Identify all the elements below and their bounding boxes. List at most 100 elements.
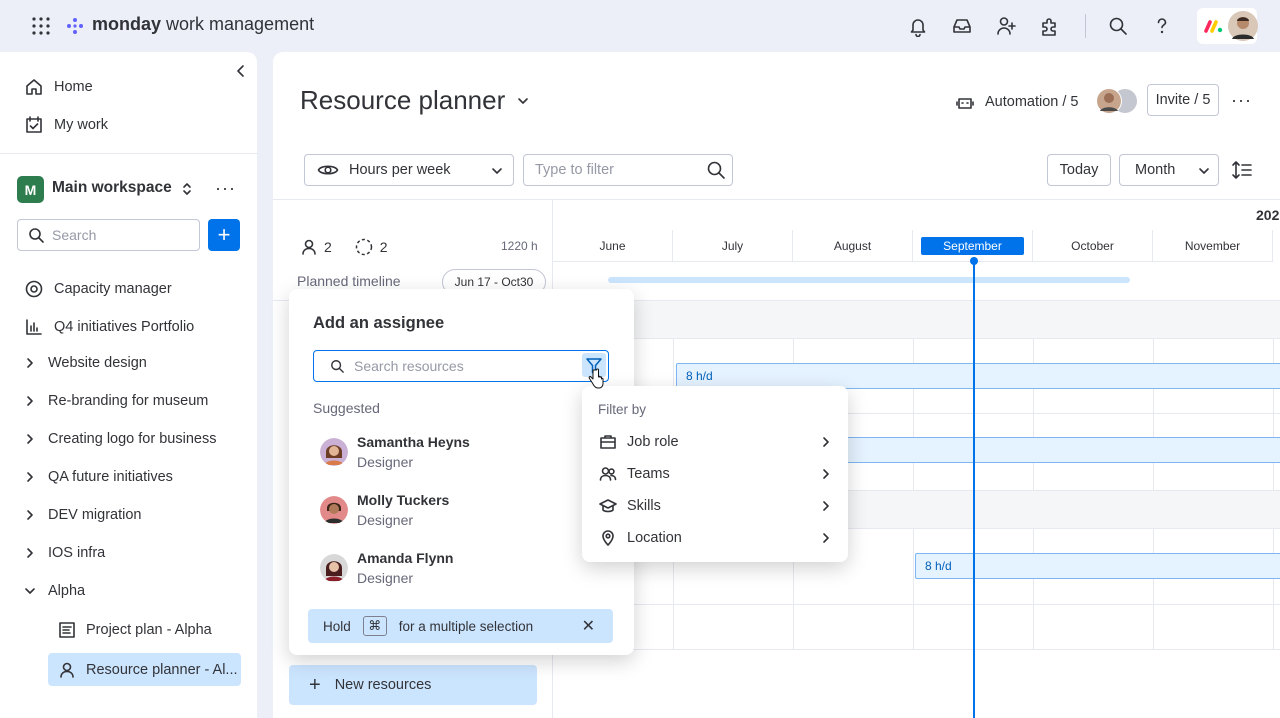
hours-per-week-dropdown[interactable]: Hours per week (304, 154, 514, 186)
group-row-bg (552, 300, 1280, 338)
capacity-icon (25, 280, 43, 298)
grid-hline (552, 604, 1280, 605)
type-to-filter-input[interactable]: Type to filter (523, 154, 733, 186)
sidebar-item-dev-migration[interactable]: DEV migration (24, 507, 141, 523)
chevron-down-icon (1199, 168, 1209, 174)
grid-vline (1273, 528, 1274, 650)
monday-color-logo-icon (1204, 20, 1223, 33)
hint-rest-text: for a multiple selection (398, 618, 534, 634)
new-resources-button[interactable]: + New resources (289, 665, 537, 705)
sidebar-item-ios-infra[interactable]: IOS infra (24, 545, 105, 561)
person-icon (60, 662, 74, 678)
people-count: 2 (324, 239, 332, 255)
automation-button[interactable]: Automation / 5 (955, 92, 1079, 112)
chevron-right-icon (27, 396, 33, 406)
filter-location[interactable]: Location (599, 524, 831, 552)
automation-label: Automation / 5 (985, 94, 1079, 110)
inbox-icon[interactable] (951, 15, 973, 37)
workspace-switch-icon[interactable] (181, 181, 193, 197)
bell-icon[interactable] (907, 15, 929, 37)
board-members-avatars[interactable] (1095, 87, 1139, 115)
sidebar-item-capacity-manager[interactable]: Capacity manager (24, 279, 172, 299)
suggested-person[interactable]: Samantha Heyns Designer (320, 434, 470, 470)
sidebar-item-label: Q4 initiatives Portfolio (54, 319, 195, 335)
close-icon[interactable]: ✕ (582, 616, 595, 636)
month-header-october: October (1033, 230, 1153, 262)
chevron-left-icon (237, 65, 244, 77)
planned-timeline-bar[interactable] (608, 277, 1130, 283)
row-height-icon[interactable] (1231, 160, 1253, 180)
sidebar-item-label: Resource planner - Al... (86, 662, 238, 678)
user-avatar[interactable] (1228, 11, 1258, 41)
search-resources-input[interactable]: Search resources (313, 350, 609, 382)
teams-icon (599, 467, 617, 481)
today-marker-dot (970, 257, 978, 265)
nav-my-work-label: My work (54, 117, 108, 133)
grid-vline (1273, 338, 1274, 490)
month-header-november: November (1153, 230, 1273, 262)
sidebar-search-input[interactable]: Search (17, 219, 200, 251)
pending-count: 2 (379, 239, 388, 255)
allocation-bar[interactable]: 8 h/d (915, 553, 1280, 579)
suggested-person[interactable]: Molly Tuckers Designer (320, 492, 449, 528)
nav-home[interactable]: Home (24, 77, 93, 97)
sidebar-search-placeholder: Search (52, 227, 97, 243)
suggested-person[interactable]: Amanda Flynn Designer (320, 550, 453, 586)
sidebar-item-project-plan-alpha[interactable]: Project plan - Alpha (58, 621, 212, 639)
today-marker-line (973, 262, 975, 718)
allocation-bar[interactable] (833, 437, 1280, 463)
filter-teams[interactable]: Teams (599, 460, 831, 488)
more-options-icon[interactable]: ··· (1231, 90, 1252, 111)
nav-home-label: Home (54, 79, 93, 95)
nav-my-work[interactable]: My work (24, 115, 108, 135)
sidebar-item-qa-future[interactable]: QA future initiatives (24, 469, 173, 485)
avatar (320, 496, 348, 524)
title-dropdown-icon[interactable] (516, 94, 530, 108)
sidebar-item-resource-planner-label-row: Resource planner - Al... (58, 661, 238, 679)
workspace-more-icon[interactable]: ··· (215, 178, 236, 199)
robot-icon (956, 98, 974, 109)
chevron-right-icon (823, 469, 829, 479)
integrations-icon[interactable] (1039, 15, 1061, 37)
grid-vline (1153, 338, 1154, 490)
chevron-down-icon (492, 168, 502, 174)
filter-skills[interactable]: Skills (599, 492, 831, 520)
grid-vline (1033, 338, 1034, 490)
chevron-right-icon (823, 501, 829, 511)
search-icon (29, 228, 44, 243)
workspace-name[interactable]: Main workspace (52, 179, 172, 197)
person-name: Amanda Flynn (357, 550, 454, 566)
sidebar-item-label: DEV migration (48, 507, 142, 523)
total-hours: 1220 h (501, 239, 538, 253)
sidebar-item-q4-portfolio[interactable]: Q4 initiatives Portfolio (24, 317, 194, 337)
multi-select-hint: Hold ⌘ for a multiple selection ✕ (308, 609, 613, 643)
month-dropdown[interactable]: Month (1119, 154, 1219, 186)
apps-grid-icon[interactable] (32, 17, 50, 35)
invite-button[interactable]: Invite / 5 (1147, 84, 1219, 116)
person-role: Designer (357, 454, 414, 470)
add-item-button[interactable]: + (208, 219, 240, 251)
grid-vline (1033, 528, 1034, 650)
sidebar-item-alpha[interactable]: Alpha (24, 583, 85, 599)
chevron-down-icon (25, 588, 35, 594)
workspace-badge[interactable]: M (17, 176, 44, 203)
sidebar-item-website-design[interactable]: Website design (24, 355, 147, 371)
sidebar-item-rebranding[interactable]: Re-branding for museum (24, 393, 208, 409)
grid-vline (1153, 528, 1154, 650)
chevron-right-icon (27, 548, 33, 558)
help-icon[interactable] (1151, 15, 1173, 37)
today-button[interactable]: Today (1047, 154, 1111, 186)
pending-circle-icon (355, 238, 373, 256)
invite-user-icon[interactable] (995, 15, 1017, 37)
filter-job-role[interactable]: Job role (599, 428, 831, 456)
person-role: Designer (357, 570, 414, 586)
grid-vline (913, 338, 914, 490)
calendar-check-icon (26, 116, 42, 133)
search-icon[interactable] (1107, 15, 1129, 37)
account-menu[interactable] (1197, 8, 1258, 44)
location-pin-icon (602, 530, 614, 546)
sidebar-item-creating-logo[interactable]: Creating logo for business (24, 431, 216, 447)
portfolio-icon (26, 319, 42, 335)
popup-title: Add an assignee (313, 314, 445, 332)
collapse-sidebar-button[interactable] (230, 60, 252, 82)
